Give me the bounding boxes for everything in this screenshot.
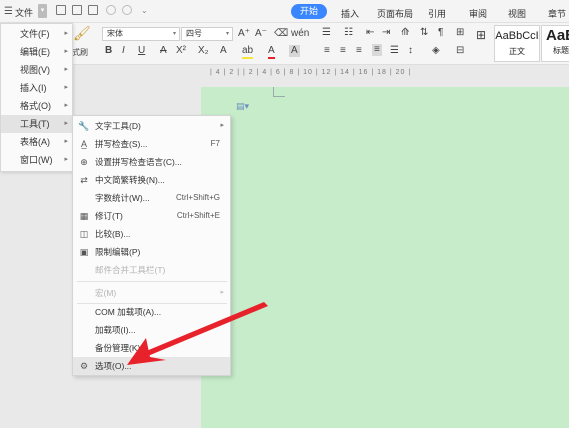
annotation-arrow bbox=[127, 302, 268, 365]
arrow-head bbox=[127, 338, 166, 365]
